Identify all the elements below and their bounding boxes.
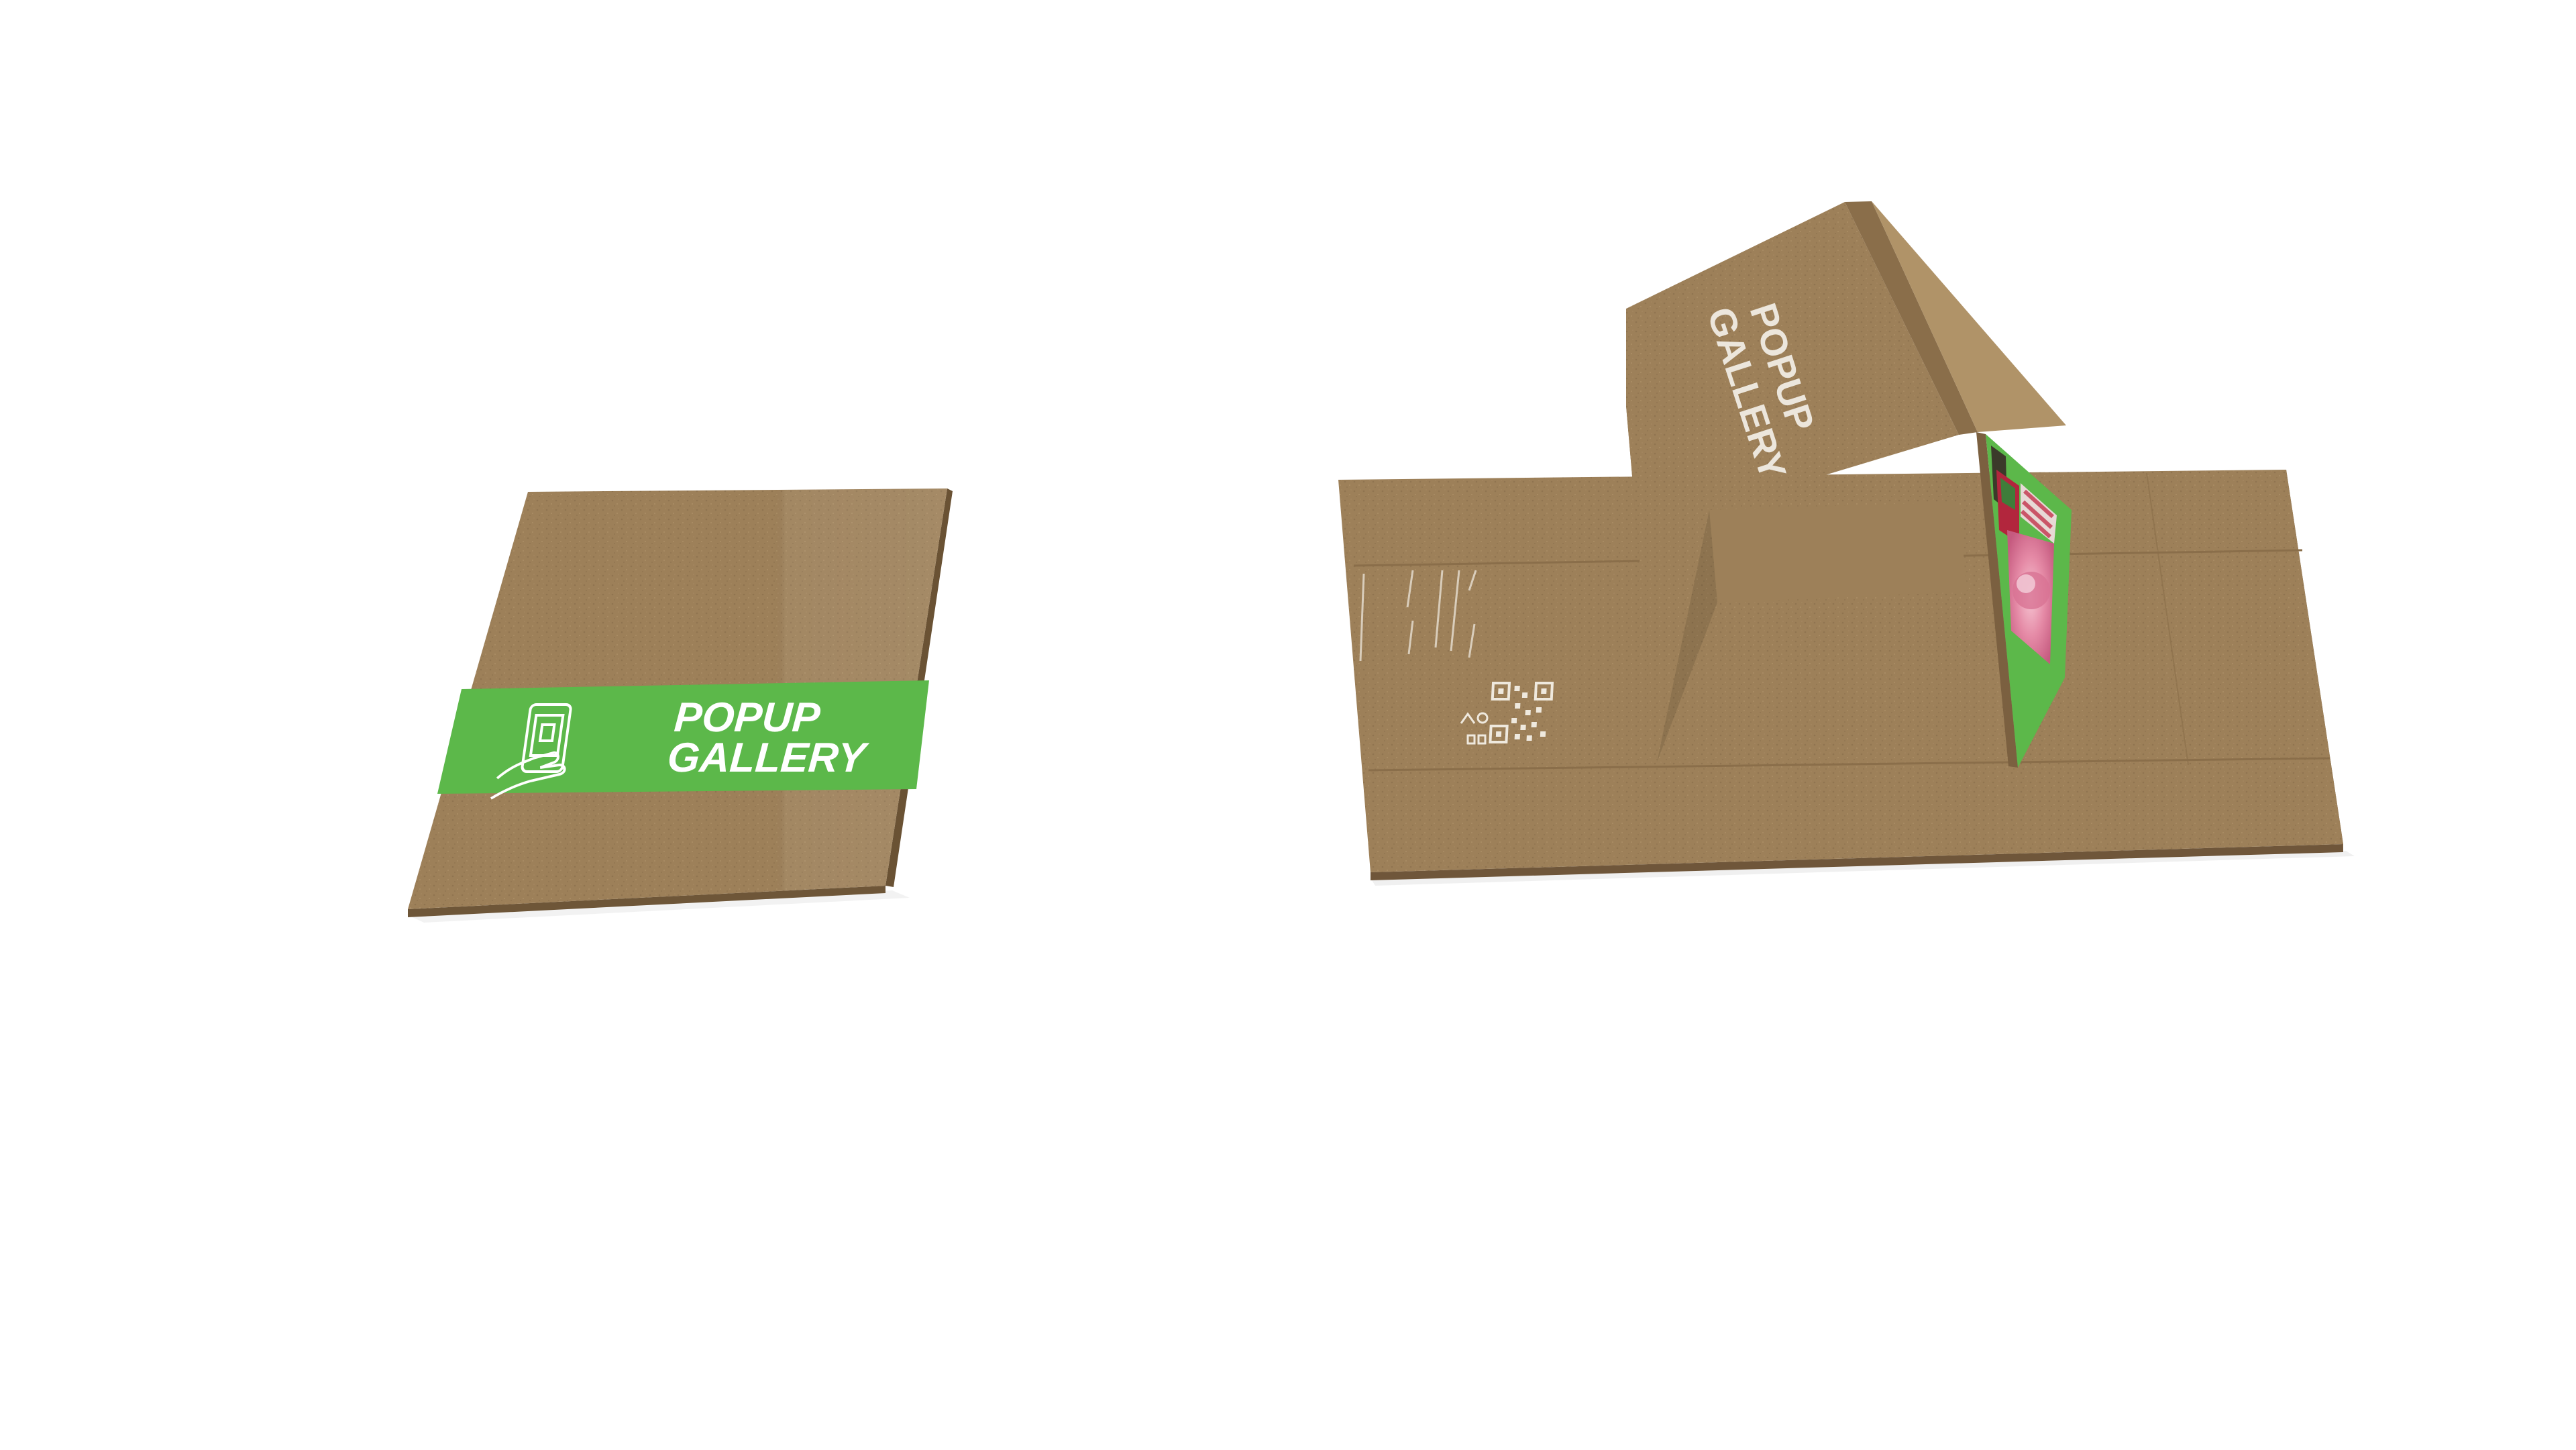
closed-book: POPUP GALLERY	[407, 488, 953, 923]
cover-title-line2: GALLERY	[666, 735, 871, 781]
product-render: POPUP GALLERY POPUP GALLERY	[407, 201, 2355, 923]
popup-book: POPUP GALLERY	[1338, 201, 2355, 886]
cover-title-line1: POPUP	[673, 694, 822, 741]
